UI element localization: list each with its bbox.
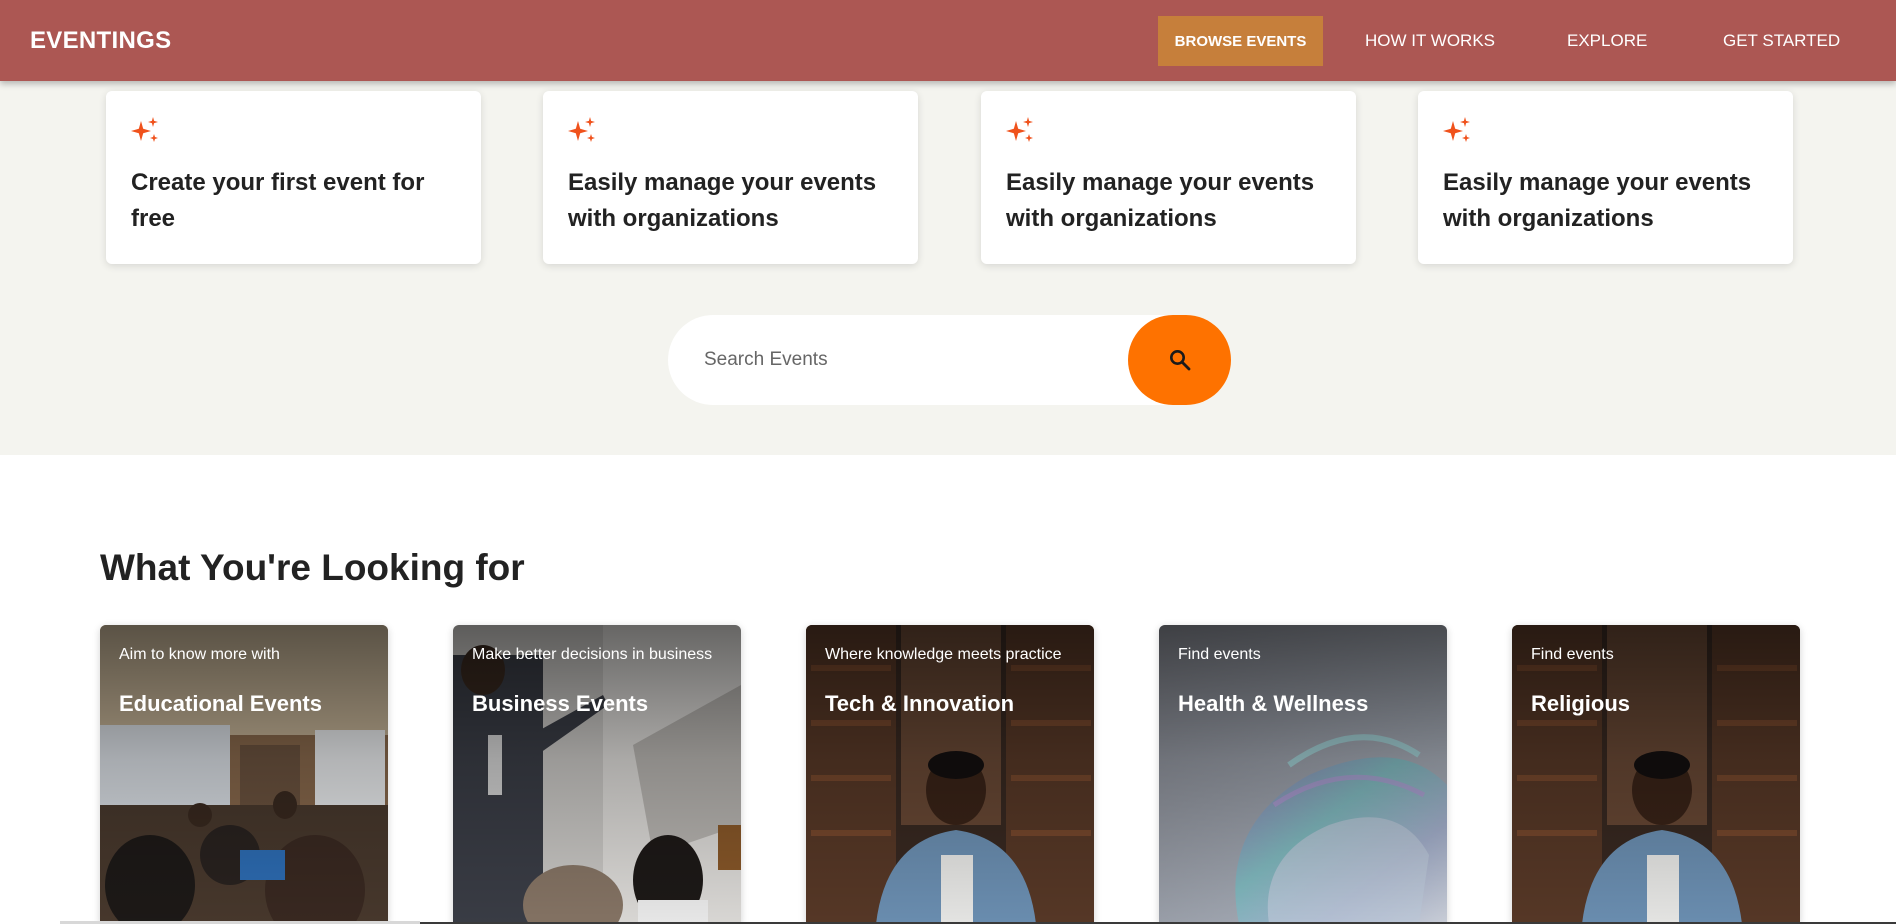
sparkle-icon	[131, 117, 158, 142]
category-title: Business Events	[472, 691, 649, 716]
nav-how-it-works-link[interactable]: HOW IT WORKS	[1365, 31, 1495, 51]
category-subtitle: Find events	[1531, 646, 1614, 663]
sparkle-icon	[1443, 117, 1470, 142]
search-button[interactable]	[1128, 315, 1231, 405]
category-card-business[interactable]: Make better decisions in business Busine…	[453, 625, 741, 924]
category-subtitle: Make better decisions in business	[472, 646, 713, 663]
search-bar	[668, 315, 1231, 405]
card-overlay	[1159, 625, 1447, 924]
card-overlay	[453, 625, 741, 924]
category-title: Tech & Innovation	[825, 691, 1015, 716]
category-title: Health & Wellness	[1178, 691, 1369, 716]
category-card-religious[interactable]: Find events Religious	[1512, 625, 1800, 924]
card-overlay	[806, 625, 1094, 924]
category-title: Educational Events	[119, 691, 322, 716]
feature-card: Easily manage your events with organizat…	[1418, 91, 1793, 264]
feature-card: Create your first event for free	[106, 91, 481, 264]
feature-text: Easily manage your events with organizat…	[1006, 169, 1315, 232]
hero-section: Create your first event for free Easily …	[0, 81, 1896, 455]
nav-get-started-link[interactable]: GET STARTED	[1723, 31, 1840, 51]
sparkle-icon	[568, 117, 595, 142]
feature-card: Easily manage your events with organizat…	[543, 91, 918, 264]
top-nav-bar: EVENTINGS BROWSE EVENTS HOW IT WORKS EXP…	[0, 0, 1896, 81]
search-input[interactable]	[704, 341, 1124, 379]
category-card-educational[interactable]: Aim to know more with Educational Events	[100, 625, 388, 924]
category-subtitle: Aim to know more with	[119, 646, 280, 663]
section-title: What You're Looking for	[100, 547, 525, 588]
feature-text: Easily manage your events with organizat…	[1443, 169, 1752, 232]
feature-text: Easily manage your events with organizat…	[568, 169, 877, 232]
nav-browse-events-button[interactable]: BROWSE EVENTS	[1158, 16, 1323, 66]
feature-card: Easily manage your events with organizat…	[981, 91, 1356, 264]
brand-logo[interactable]: EVENTINGS	[30, 27, 171, 55]
card-overlay	[1512, 625, 1800, 924]
search-icon	[1169, 350, 1190, 371]
card-overlay	[100, 625, 388, 924]
nav-explore-link[interactable]: EXPLORE	[1567, 31, 1647, 51]
category-card-health[interactable]: Find events Health & Wellness	[1159, 625, 1447, 924]
category-subtitle: Find events	[1178, 646, 1261, 663]
category-card-tech[interactable]: Where knowledge meets practice Tech & In…	[806, 625, 1094, 924]
category-title: Religious	[1531, 691, 1631, 716]
category-subtitle: Where knowledge meets practice	[825, 646, 1062, 663]
sparkle-icon	[1006, 117, 1033, 142]
feature-text: Create your first event for free	[131, 169, 425, 232]
